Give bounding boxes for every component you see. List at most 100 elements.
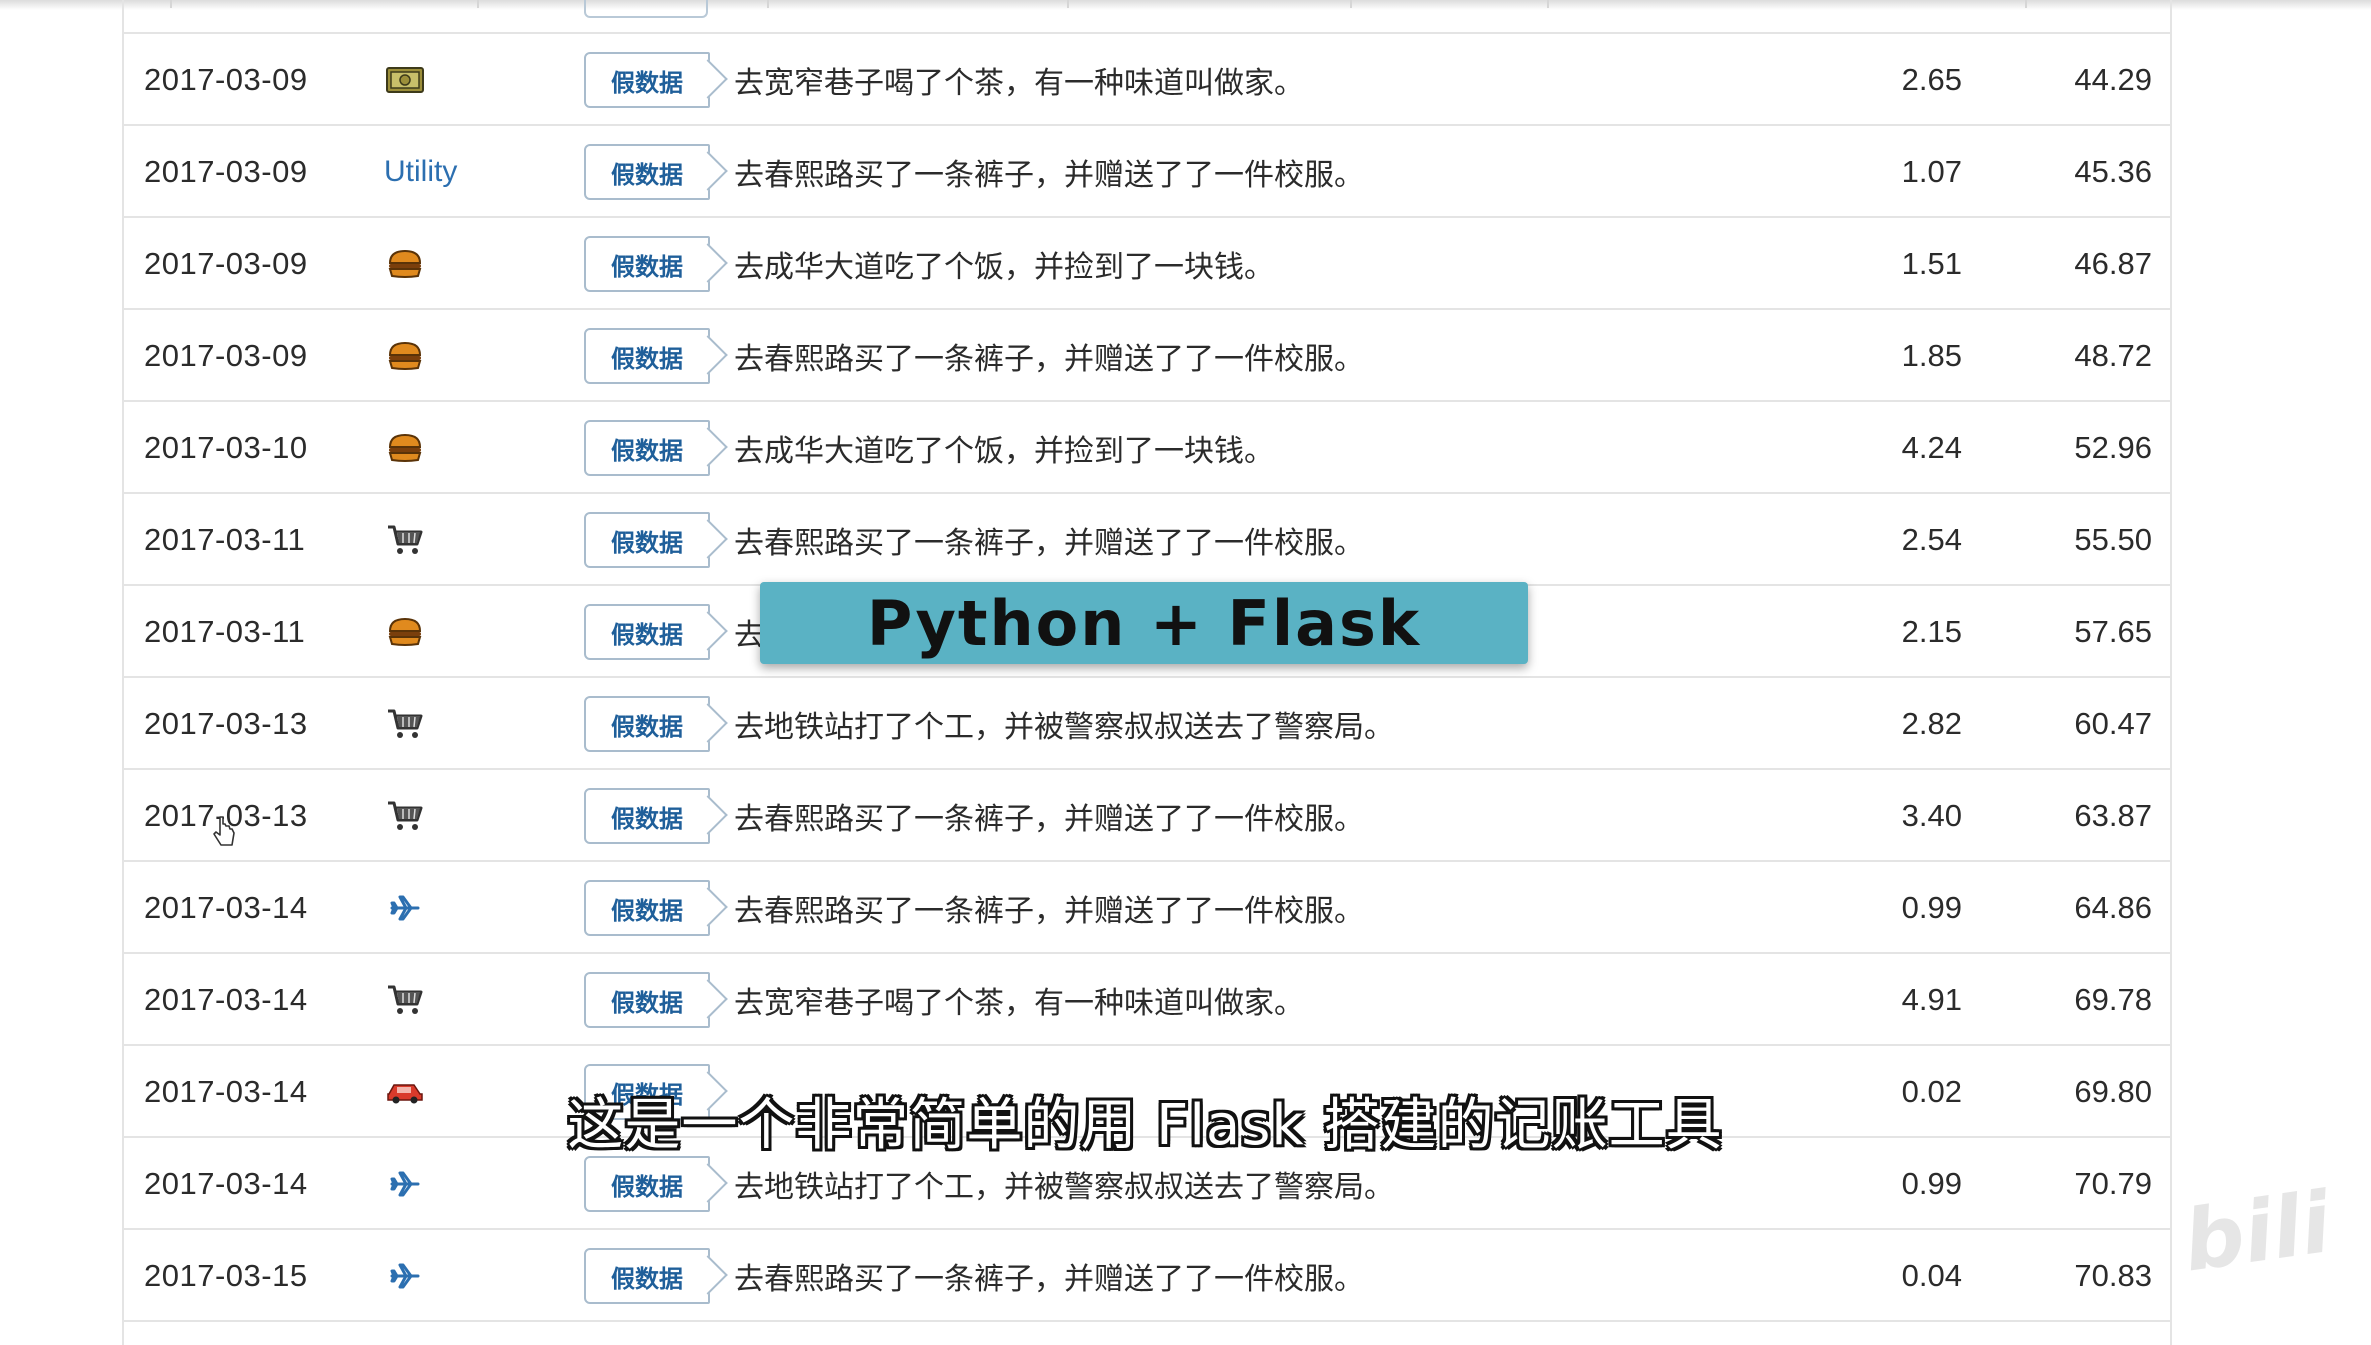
row-amount: 1.85 xyxy=(1901,338,1962,373)
row-category xyxy=(384,310,426,402)
row-description: 去宽窄巷子喝了个茶，有一种味道叫做家。 xyxy=(734,66,1304,101)
table-row[interactable]: 2017-03-09 假数据 去春熙路买了一条裤子，并赠送了了一件校服。 1.8… xyxy=(122,310,2172,402)
tag-arrow-tip xyxy=(688,151,728,191)
fake-data-tag[interactable]: 假数据 xyxy=(584,880,728,936)
fake-data-tag[interactable]: 假数据 xyxy=(584,52,728,108)
row-description: 去春熙路买了一条裤子，并赠送了了一件校服。 xyxy=(734,894,1364,929)
row-tag-cell: 假数据 xyxy=(584,954,728,1046)
fake-data-tag[interactable]: 假数据 xyxy=(584,328,728,384)
row-balance: 44.29 xyxy=(2074,62,2152,97)
row-tag-cell: 假数据 xyxy=(584,402,728,494)
row-balance: 64.86 xyxy=(2074,890,2152,925)
mouse-cursor-icon xyxy=(212,815,238,854)
row-balance: 70.83 xyxy=(2074,1258,2152,1293)
row-amount: 2.82 xyxy=(1901,706,1962,741)
row-balance: 69.80 xyxy=(2074,1074,2152,1109)
column-separator xyxy=(477,0,479,8)
table-row[interactable]: 2017-03-09 假数据 去宽窄巷子喝了个茶，有一种味道叫做家。 2.65 … xyxy=(122,34,2172,126)
fake-data-tag-label: 假数据 xyxy=(611,712,683,741)
column-separator xyxy=(2025,0,2027,8)
row-category xyxy=(384,1046,426,1138)
row-date: 2017-03-14 xyxy=(144,1074,308,1109)
row-date: 2017-03-09 xyxy=(144,246,308,281)
row-balance: 69.78 xyxy=(2074,982,2152,1017)
table-row[interactable]: 2017-03-15 假数据 去春熙路买了一条裤子，并赠送了了一件校服。 0.0… xyxy=(122,1230,2172,1322)
fake-data-tag[interactable]: 假数据 xyxy=(584,144,728,200)
table-row[interactable]: 2017-03-10 假数据 去成华大道吃了个饭，并捡到了一块钱。 4.24 5… xyxy=(122,402,2172,494)
table-row[interactable]: 2017-03-09 假数据 去成华大道吃了个饭，并捡到了一块钱。 1.51 4… xyxy=(122,218,2172,310)
table-row[interactable]: 2017-03-14 假数据 去春熙路买了一条裤子，并赠送了了一件校服。 0.9… xyxy=(122,862,2172,954)
table-row[interactable]: 2017-03-13 假数据 去春熙路买了一条裤子，并赠送了了一件校服。 3.4… xyxy=(122,770,2172,862)
airplane-icon xyxy=(384,1163,426,1205)
row-description: 去宽窄巷子喝了个茶，有一种味道叫做家。 xyxy=(734,986,1304,1021)
row-tag-cell: 假数据 xyxy=(584,126,728,218)
shopping-cart-icon xyxy=(384,979,426,1021)
fake-data-tag[interactable]: 假数据 xyxy=(584,236,728,292)
fake-data-tag-label: 假数据 xyxy=(611,528,683,557)
tag-arrow-tip xyxy=(688,703,728,743)
column-separator xyxy=(1067,0,1069,8)
table-row[interactable]: 2017-03-11 假数据 去春熙路买了一条裤子，并赠送了了一件校服。 2.5… xyxy=(122,494,2172,586)
fake-data-tag[interactable]: 假数据 xyxy=(584,696,728,752)
row-description: 去春熙路买了一条裤子，并赠送了了一件校服。 xyxy=(734,342,1364,377)
row-balance: 55.50 xyxy=(2074,522,2152,557)
row-date: 2017-03-14 xyxy=(144,1166,308,1201)
row-description: 去成华大道吃了个饭，并捡到了一块钱。 xyxy=(734,434,1274,469)
table-row[interactable]: 2017-03-13 假数据 去地铁站打了个工，并被警察叔叔送去了警察局。 2.… xyxy=(122,678,2172,770)
row-tag-cell: 假数据 xyxy=(584,770,728,862)
row-date: 2017-03-13 xyxy=(144,706,308,741)
video-title-banner: Python + Flask xyxy=(760,582,1528,664)
fake-data-tag[interactable]: 假数据 xyxy=(584,788,728,844)
row-amount: 4.91 xyxy=(1901,982,1962,1017)
shopping-cart-icon xyxy=(384,519,426,561)
shopping-cart-icon xyxy=(384,703,426,745)
tag-arrow-tip xyxy=(688,979,728,1019)
row-balance: 52.96 xyxy=(2074,430,2152,465)
row-category xyxy=(384,586,426,678)
row-description: 去成华大道吃了个饭，并捡到了一块钱。 xyxy=(734,250,1274,285)
row-amount: 2.65 xyxy=(1901,62,1962,97)
row-amount: 0.99 xyxy=(1901,1166,1962,1201)
row-tag-cell: 假数据 xyxy=(584,310,728,402)
row-tag-cell: 假数据 xyxy=(584,494,728,586)
row-category xyxy=(384,678,426,770)
row-category xyxy=(384,494,426,586)
row-category xyxy=(384,1230,426,1322)
row-category xyxy=(384,402,426,494)
fake-data-tag-label: 假数据 xyxy=(611,68,683,97)
fake-data-tag[interactable]: 假数据 xyxy=(584,512,728,568)
row-amount: 4.24 xyxy=(1901,430,1962,465)
video-subtitle: 这是一个非常简单的用 Flask 搭建的记账工具 xyxy=(567,1092,1723,1158)
tag-arrow-tip xyxy=(688,519,728,559)
tag-arrow-tip xyxy=(688,1255,728,1295)
fake-data-tag[interactable]: 假数据 xyxy=(584,972,728,1028)
fake-data-tag[interactable]: 假数据 xyxy=(584,1248,728,1304)
fake-data-tag[interactable]: 假数据 xyxy=(584,604,728,660)
row-amount: 0.99 xyxy=(1901,890,1962,925)
row-category xyxy=(384,862,426,954)
row-balance: 48.72 xyxy=(2074,338,2152,373)
fake-data-tag-label: 假数据 xyxy=(611,1264,683,1293)
row-balance: 60.47 xyxy=(2074,706,2152,741)
row-amount: 1.07 xyxy=(1901,154,1962,189)
row-balance: 70.79 xyxy=(2074,1166,2152,1201)
row-description: 去春熙路买了一条裤子，并赠送了了一件校服。 xyxy=(734,158,1364,193)
row-tag-cell: 假数据 xyxy=(584,1230,728,1322)
row-balance: 57.65 xyxy=(2074,614,2152,649)
shopping-cart-icon xyxy=(384,795,426,837)
fake-data-tag[interactable]: 假数据 xyxy=(584,1156,728,1212)
row-category xyxy=(384,34,426,126)
fake-data-tag-label: 假数据 xyxy=(611,1172,683,1201)
category-label: Utility xyxy=(384,155,458,188)
money-icon xyxy=(384,59,426,101)
row-description: 去春熙路买了一条裤子，并赠送了了一件校服。 xyxy=(734,526,1364,561)
table-row[interactable]: 2017-03-14 假数据 去宽窄巷子喝了个茶，有一种味道叫做家。 4.91 … xyxy=(122,954,2172,1046)
fake-data-tag[interactable]: 假数据 xyxy=(584,420,728,476)
row-amount: 2.15 xyxy=(1901,614,1962,649)
row-date: 2017-03-09 xyxy=(144,62,308,97)
table-row[interactable]: 2017-03-09 Utility 假数据 去春熙路买了一条裤子，并赠送了了一… xyxy=(122,126,2172,218)
column-separator xyxy=(767,0,769,8)
tag-arrow-tip xyxy=(688,1163,728,1203)
row-date: 2017-03-14 xyxy=(144,982,308,1017)
column-separator xyxy=(170,0,172,8)
